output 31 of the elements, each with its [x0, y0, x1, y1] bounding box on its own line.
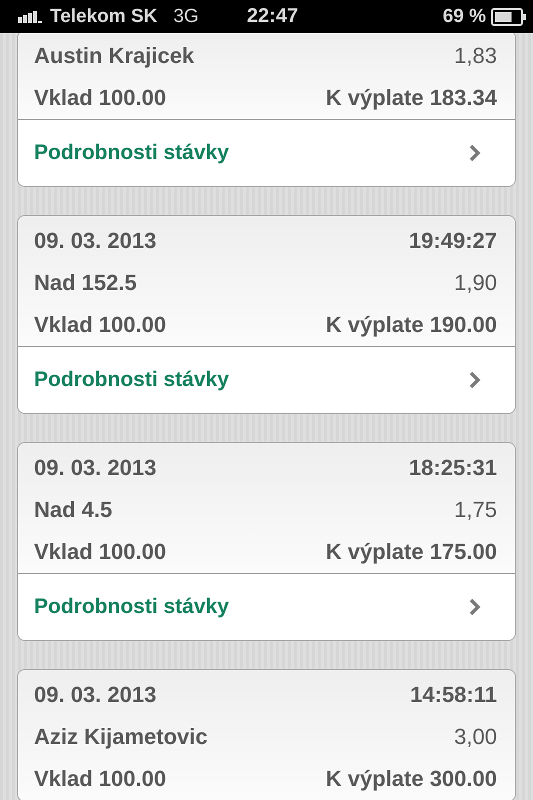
battery-percent: 69 % [442, 6, 486, 28]
battery-icon [491, 8, 527, 26]
bet-selection: Nad 4.5 [34, 497, 112, 523]
stake-amount: Vklad 100.00 [34, 85, 166, 111]
bet-time: 19:49:27 [408, 228, 497, 254]
bet-odds: 1,75 [454, 497, 497, 523]
clock-time: 22:47 [246, 5, 298, 28]
carrier-name: Telekom SK [50, 6, 158, 28]
stake-amount: Vklad 100.00 [34, 766, 166, 792]
network-type: 3G [173, 6, 199, 28]
chevron-right-icon [469, 144, 481, 162]
chevron-right-icon [469, 598, 481, 616]
payout-amount: K výplate 183.34 [326, 85, 497, 111]
chevron-right-icon [469, 371, 481, 389]
stake-amount: Vklad 100.00 [34, 539, 166, 565]
bet-selection: Nad 152.5 [34, 270, 137, 296]
bet-time: 18:25:31 [408, 455, 497, 481]
payout-amount: K výplate 190.00 [326, 312, 497, 338]
bet-date: 09. 03. 2013 [34, 455, 156, 481]
bet-selection: Aziz Kijametovic [34, 724, 208, 750]
payout-amount: K výplate 175.00 [326, 539, 497, 565]
signal-icon [18, 10, 44, 22]
bet-date: 09. 03. 2013 [34, 682, 156, 708]
bet-odds: 1,83 [454, 43, 497, 69]
bet-date: 09. 03. 2013 [34, 228, 156, 254]
bet-selection: Austin Krajicek [34, 43, 194, 69]
bet-odds: 3,00 [454, 724, 497, 750]
bet-time: 14:58:11 [410, 682, 497, 708]
payout-amount: K výplate 300.00 [326, 766, 497, 792]
bet-odds: 1,90 [454, 270, 497, 296]
stake-amount: Vklad 100.00 [34, 312, 166, 338]
